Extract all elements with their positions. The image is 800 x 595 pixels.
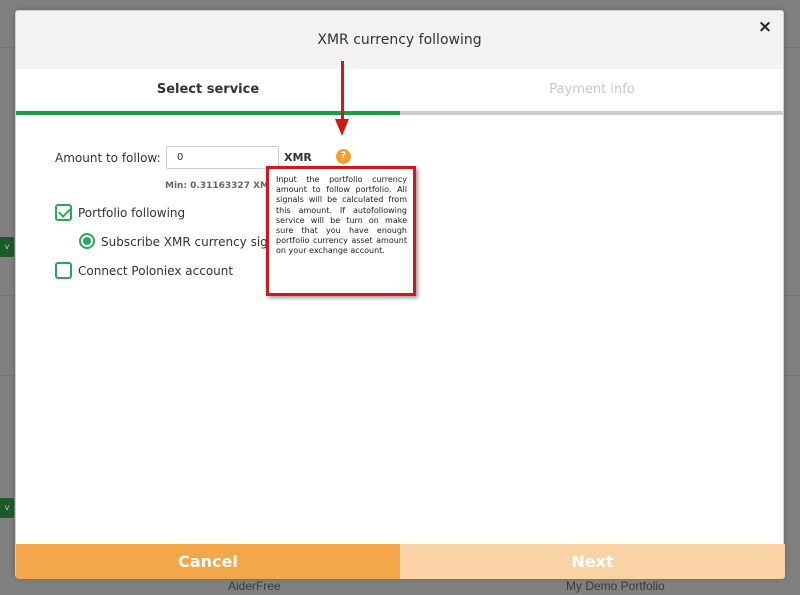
help-icon[interactable]: ? [336,149,351,164]
background-tag: v [0,237,14,257]
modal-title: XMR currency following [317,32,482,48]
step-tabs: Select service Payment info [16,69,784,115]
annotation-arrow-shaft [341,61,344,121]
background-tag: v [0,498,14,518]
subscribe-signals-label: Subscribe XMR currency signals [101,235,266,249]
amount-label: Amount to follow: [55,151,161,165]
next-button[interactable]: Next [400,544,785,579]
connect-poloniex-checkbox[interactable] [55,262,72,279]
portfolio-following-checkbox[interactable] [55,204,72,221]
close-icon[interactable]: × [755,16,775,38]
modal-header: XMR currency following × [16,11,783,69]
portfolio-following-label: Portfolio following [78,206,186,220]
amount-input[interactable] [166,146,279,169]
background-portfolio-name: AiderFree [228,579,281,593]
min-amount-text: Min: 0.31163327 XMR [165,181,276,191]
help-tooltip: Input the portfolio currency amount to f… [266,166,416,296]
background-portfolio-name: My Demo Portfolio [566,579,665,593]
currency-unit: XMR [284,151,312,164]
subscribe-signals-radio[interactable] [79,233,95,249]
tab-progress-bar [400,111,784,115]
follow-modal: XMR currency following × Select service … [15,10,785,579]
connect-poloniex-label: Connect Poloniex account [78,264,234,278]
tab-label: Payment info [549,82,635,97]
tooltip-text: Input the portfolio currency amount to f… [276,175,407,256]
cancel-button[interactable]: Cancel [16,544,400,579]
annotation-arrow-icon [335,119,349,136]
tab-payment-info[interactable]: Payment info [400,69,784,115]
tab-label: Select service [156,82,260,97]
